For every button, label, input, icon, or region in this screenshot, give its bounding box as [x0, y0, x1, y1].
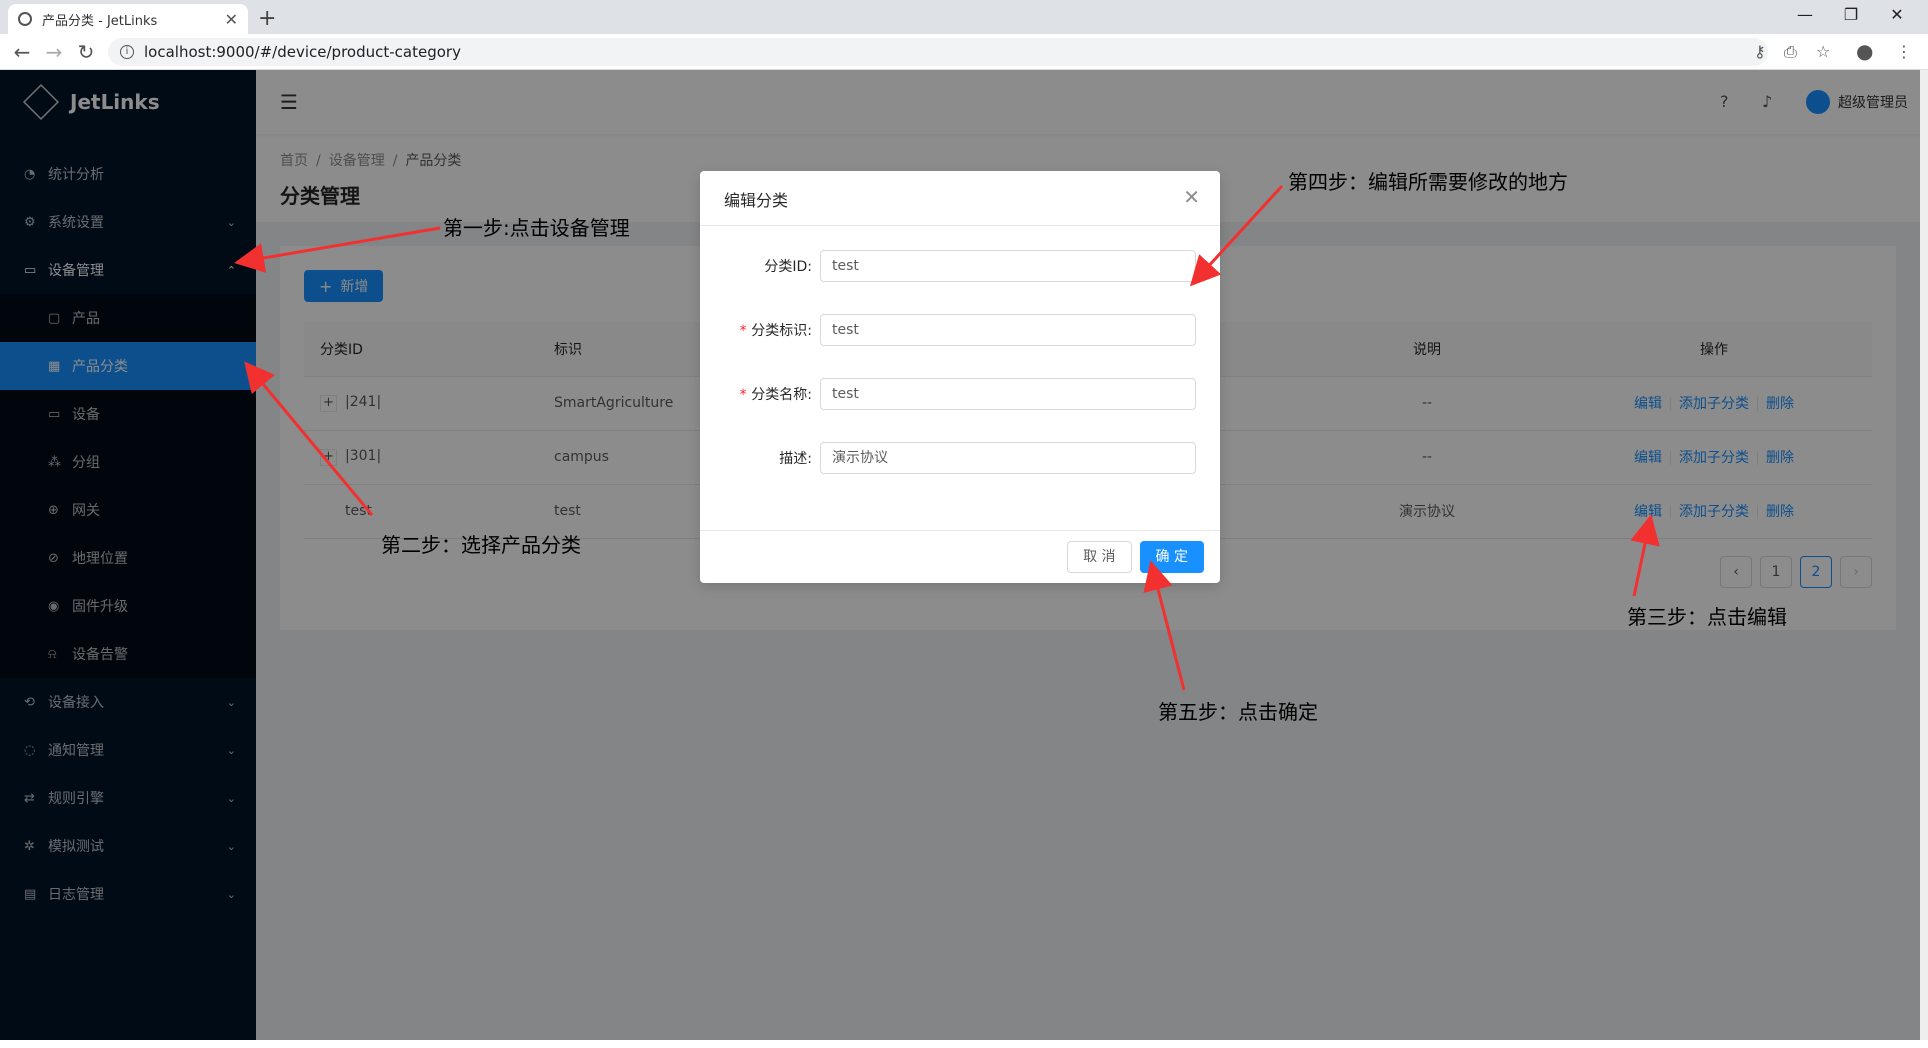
category-id-input[interactable]: test	[820, 250, 1196, 282]
required-mark: *	[738, 323, 748, 339]
profile-icon[interactable]: ●	[1856, 39, 1873, 63]
ok-button[interactable]: 确 定	[1139, 541, 1204, 573]
description-input[interactable]: 演示协议	[820, 442, 1196, 474]
browser-tabbar: 产品分类 - JetLinks ✕ + — ❐ ✕	[0, 0, 1928, 34]
back-arrow-icon[interactable]: ←	[10, 40, 34, 64]
edit-category-modal: 编辑分类 ✕ 分类ID: test * 分类标识: test * 分类名称: tes…	[700, 171, 1220, 583]
form-row-description: 描述: 演示协议	[724, 442, 1196, 474]
annotation-step3: 第三步：点击编辑	[1627, 605, 1787, 629]
key-icon[interactable]: ⚷	[1754, 42, 1766, 61]
category-name-input[interactable]: test	[820, 378, 1196, 410]
required-mark: *	[738, 387, 748, 403]
category-name-label-wrap: * 分类名称:	[724, 384, 820, 404]
address-bar[interactable]: i localhost:9000/#/device/product-catego…	[108, 38, 1768, 66]
category-key-label: 分类标识:	[751, 323, 812, 339]
reload-icon[interactable]: ↻	[74, 40, 98, 64]
annotation-step2: 第二步：选择产品分类	[381, 533, 581, 557]
more-menu-icon[interactable]: ⋮	[1896, 42, 1912, 61]
category-key-input[interactable]: test	[820, 314, 1196, 346]
category-id-label: 分类ID:	[764, 259, 812, 275]
tab-title: 产品分类 - JetLinks	[42, 13, 158, 29]
browser-tab[interactable]: 产品分类 - JetLinks ✕	[8, 4, 248, 34]
annotation-step1: 第一步:点击设备管理	[443, 216, 630, 240]
star-icon[interactable]: ☆	[1816, 42, 1830, 61]
cancel-button[interactable]: 取 消	[1067, 541, 1132, 573]
category-key-label-wrap: * 分类标识:	[724, 320, 820, 340]
restore-button[interactable]: ❐	[1828, 2, 1874, 28]
new-tab-button[interactable]: +	[258, 6, 276, 31]
tab-close-icon[interactable]: ✕	[225, 10, 238, 29]
annotation-step4: 第四步：编辑所需要修改的地方	[1288, 170, 1568, 194]
horizontal-scrollbar[interactable]	[0, 1040, 1928, 1048]
info-icon[interactable]: i	[120, 45, 134, 59]
modal-header: 编辑分类 ✕	[700, 171, 1220, 226]
form-row-category-name: * 分类名称: test	[724, 378, 1196, 410]
form-row-category-key: * 分类标识: test	[724, 314, 1196, 346]
modal-title: 编辑分类	[724, 191, 789, 210]
window-close-button[interactable]: ✕	[1874, 2, 1920, 28]
forward-arrow-icon[interactable]: →	[42, 40, 66, 64]
description-label: 描述:	[779, 451, 812, 467]
url-text: localhost:9000/#/device/product-category	[144, 43, 461, 61]
translate-icon[interactable]: ⎙	[1784, 42, 1797, 62]
annotation-step5: 第五步：点击确定	[1158, 700, 1318, 724]
minimize-button[interactable]: —	[1782, 2, 1828, 28]
modal-footer: 取 消 确 定	[700, 530, 1220, 583]
close-icon[interactable]: ✕	[1183, 185, 1200, 209]
vertical-scrollbar[interactable]	[1920, 70, 1928, 1040]
browser-toolbar: ← → ↻ i localhost:9000/#/device/product-…	[0, 34, 1928, 70]
category-name-label: 分类名称:	[751, 387, 812, 403]
modal-body: 分类ID: test * 分类标识: test * 分类名称: test 描述: 演…	[700, 226, 1220, 474]
globe-favicon-icon	[18, 12, 32, 26]
form-row-category-id: 分类ID: test	[724, 250, 1196, 282]
